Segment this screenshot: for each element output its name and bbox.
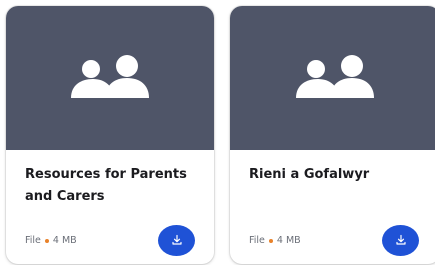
- file-size-label: 4 MB: [52, 235, 77, 246]
- separator-dot: [268, 238, 273, 243]
- card-title[interactable]: Rieni a Gofalwyr: [249, 164, 427, 186]
- download-button[interactable]: [158, 225, 195, 256]
- file-size-label: 4 MB: [276, 235, 301, 246]
- resource-card[interactable]: Rieni a Gofalwyr File 4 MB: [230, 6, 435, 264]
- file-type-label: File: [249, 235, 265, 246]
- people-icon: [292, 55, 378, 101]
- file-meta: File 4 MB: [249, 235, 301, 246]
- card-thumbnail: [6, 6, 214, 150]
- file-meta: File 4 MB: [25, 235, 77, 246]
- file-type-label: File: [25, 235, 41, 246]
- resource-card-grid: Resources for Parents and Carers File 4 …: [0, 0, 435, 265]
- people-icon: [67, 55, 153, 101]
- download-icon: [395, 231, 407, 250]
- download-button[interactable]: [382, 225, 419, 256]
- separator-dot: [44, 238, 49, 243]
- download-icon: [171, 231, 183, 250]
- card-title[interactable]: Resources for Parents and Carers: [25, 164, 203, 208]
- resource-card[interactable]: Resources for Parents and Carers File 4 …: [6, 6, 214, 264]
- card-thumbnail: [230, 6, 435, 150]
